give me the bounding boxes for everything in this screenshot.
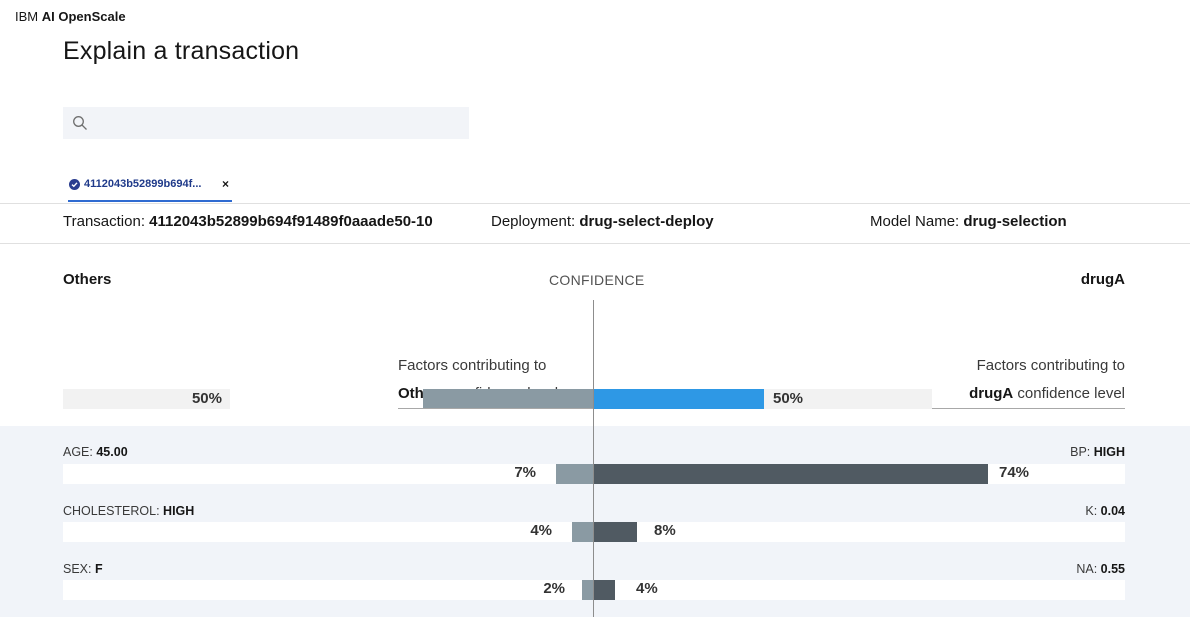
feature-bar-cholesterol — [571, 522, 593, 542]
feature-label-bp: BP: HIGH — [1070, 445, 1125, 459]
feature-pct-age: 7% — [514, 464, 536, 481]
feature-value: 0.04 — [1100, 504, 1125, 518]
transaction-label: Transaction: — [63, 213, 145, 230]
feature-label-k: K: 0.04 — [1085, 504, 1125, 518]
close-icon[interactable]: × — [222, 177, 229, 191]
others-class-label: Others — [63, 271, 112, 288]
feature-bar-k — [594, 522, 637, 542]
transaction-id: Transaction: 4112043b52899b694f91489f0aa… — [63, 213, 433, 230]
transaction-value: 4112043b52899b694f91489f0aaade50-10 — [149, 213, 433, 230]
model-name: Model Name: drug-selection — [870, 213, 1067, 230]
feature-value: HIGH — [163, 504, 195, 518]
brand-prefix: IBM — [15, 9, 39, 24]
feature-pct-cholesterol: 4% — [530, 522, 552, 539]
model-value: drug-selection — [963, 213, 1067, 230]
druga-factors-class: drugA — [969, 385, 1014, 402]
divider — [0, 203, 1190, 204]
feature-pct-sex: 2% — [543, 580, 565, 597]
feature-name: NA: — [1076, 562, 1098, 576]
deployment: Deployment: drug-select-deploy — [491, 213, 714, 230]
feature-bar-age — [555, 464, 593, 484]
feature-name: AGE: — [63, 445, 93, 459]
confidence-heading: CONFIDENCE — [549, 272, 645, 288]
druga-confidence-pct: 50% — [773, 390, 804, 407]
druga-factors-suffix: confidence level — [1013, 385, 1125, 402]
feature-bar-sex — [582, 580, 593, 600]
feature-pct-k: 8% — [654, 522, 676, 539]
center-axis — [593, 300, 594, 617]
baseline — [932, 408, 1125, 409]
druga-class-label: drugA — [1080, 271, 1125, 288]
feature-value: 0.55 — [1100, 562, 1125, 576]
feature-bar-bp — [594, 464, 989, 484]
app-brand: IBM AI OpenScale — [15, 9, 126, 24]
check-circle-icon — [69, 179, 80, 190]
druga-confidence-bar — [594, 389, 764, 409]
deployment-label: Deployment: — [491, 213, 576, 230]
tab-active-indicator — [68, 200, 232, 202]
feature-label-age: AGE: 45.00 — [63, 445, 128, 459]
tab-label: 4112043b52899b694f... — [84, 178, 202, 190]
search-input[interactable] — [63, 107, 469, 139]
feature-value: HIGH — [1093, 445, 1125, 459]
others-factors-line1: Factors contributing to — [398, 357, 547, 374]
feature-name: K: — [1085, 504, 1098, 518]
feature-label-na: NA: 0.55 — [1076, 562, 1125, 576]
feature-value: F — [94, 562, 103, 576]
divider — [0, 243, 1190, 244]
feature-pct-na: 4% — [636, 580, 658, 597]
druga-factors-line1: Factors contributing to — [976, 357, 1125, 374]
model-label: Model Name: — [870, 213, 960, 230]
feature-label-cholesterol: CHOLESTEROL: HIGH — [63, 504, 194, 518]
page-title: Explain a transaction — [63, 37, 300, 65]
feature-name: SEX: — [63, 562, 92, 576]
others-confidence-bar — [423, 389, 593, 409]
brand-name: AI OpenScale — [41, 9, 126, 24]
feature-value: 45.00 — [96, 445, 128, 459]
druga-factors-caption: Factors contributing to drugA confidence… — [969, 352, 1125, 408]
search-icon — [73, 116, 87, 130]
feature-bar-na — [594, 580, 616, 600]
feature-name: BP: — [1070, 445, 1091, 459]
feature-pct-bp: 74% — [999, 464, 1030, 481]
baseline — [398, 408, 594, 409]
feature-name: CHOLESTEROL: — [63, 504, 160, 518]
feature-label-sex: SEX: F — [63, 562, 103, 576]
deployment-value: drug-select-deploy — [579, 213, 714, 230]
others-confidence-pct: 50% — [191, 390, 222, 407]
